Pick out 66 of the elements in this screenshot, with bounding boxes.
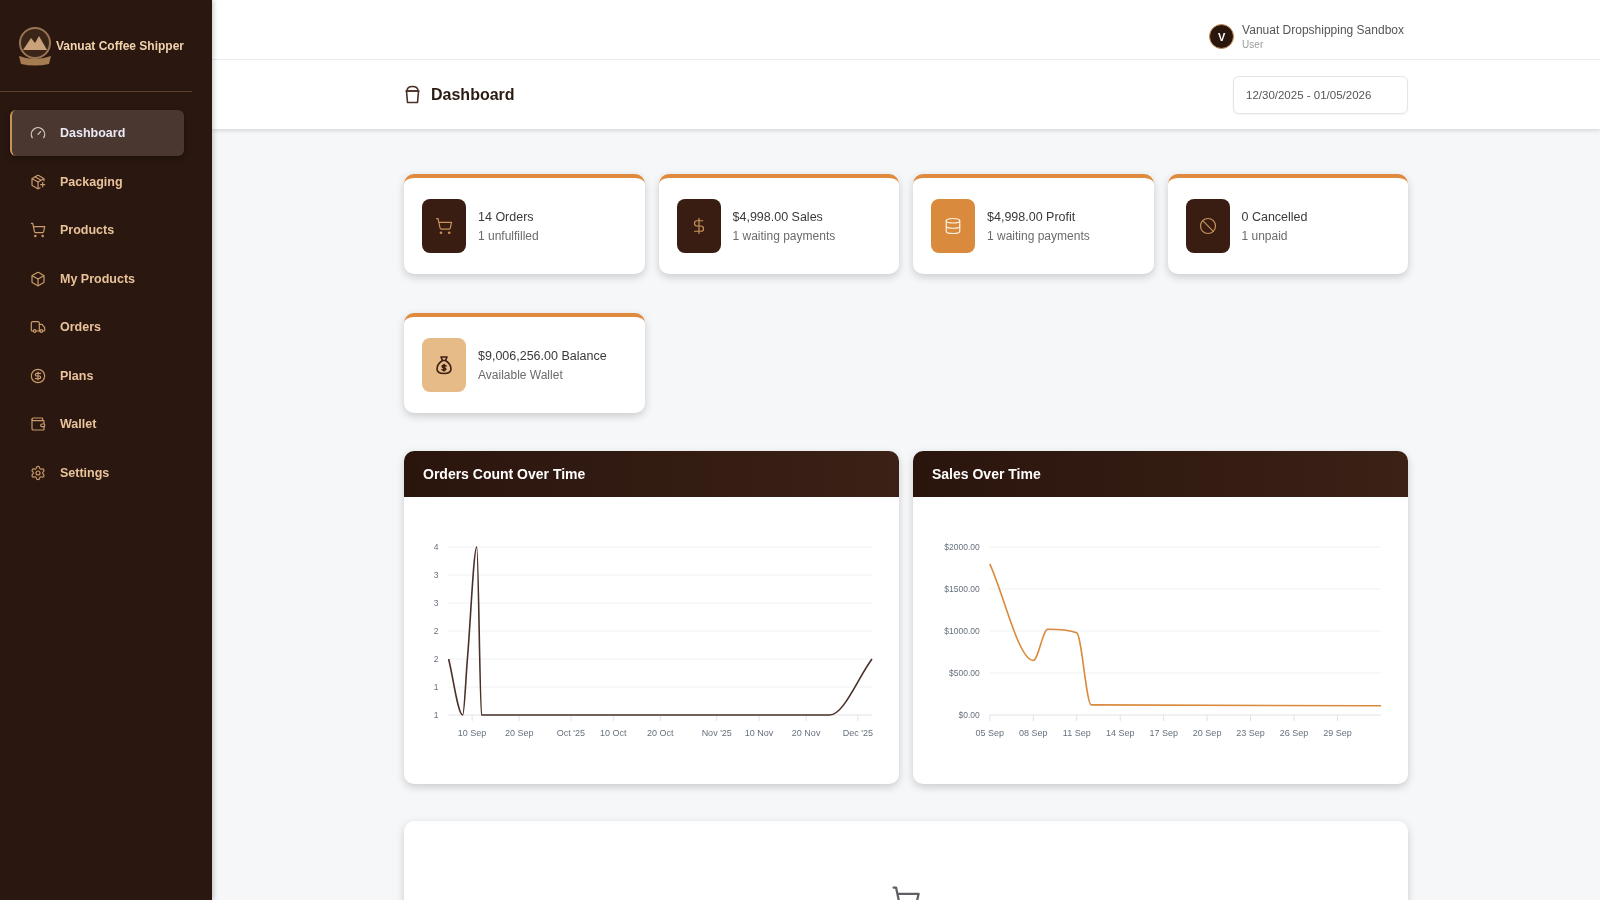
brand-logo <box>17 25 53 66</box>
date-range-field[interactable]: 12/30/2025 - 01/05/2026 <box>1233 75 1408 114</box>
sidebar-item[interactable]: Settings <box>10 449 184 496</box>
user-role: User <box>1242 39 1265 50</box>
axis-tick-label: $0.00 <box>958 710 980 720</box>
sidebar-item[interactable]: Packaging <box>10 158 184 205</box>
truck-icon <box>30 319 46 335</box>
axis-tick-label: Oct '25 <box>556 728 586 738</box>
stat-subtitle: 1 unpaid <box>1241 228 1289 243</box>
stat-subtitle: 1 waiting payments <box>987 228 1090 243</box>
stat-title: $9,006,256.00 Balance <box>478 348 607 363</box>
axis-tick-label: $1500.00 <box>944 584 980 594</box>
brand-name: Vanuat Coffee Shipper <box>56 38 185 53</box>
sidebar-item[interactable]: Products <box>10 207 184 253</box>
axis-tick-label: 17 Sep <box>1149 728 1178 738</box>
settings-icon <box>30 464 46 481</box>
axis-tick-label: 08 Sep <box>1019 728 1048 738</box>
axis-tick-label: $1000.00 <box>944 626 980 636</box>
page-title: Dashboard <box>431 85 515 104</box>
axis-tick-label: 3 <box>433 570 439 580</box>
axis-tick-label: 20 Oct <box>647 728 674 738</box>
axis-tick-label: 05 Sep <box>975 728 1005 738</box>
chart-title: Sales Over Time <box>913 451 1408 497</box>
axis-tick-label: Dec '25 <box>842 728 873 738</box>
wallet-icon <box>30 416 46 432</box>
user-name: Vanuat Dropshipping Sandbox <box>1242 23 1404 37</box>
sidebar-item[interactable]: Dashboard <box>10 110 184 156</box>
dollar-circle-icon <box>30 367 46 384</box>
axis-tick-label: 10 Oct <box>600 728 627 738</box>
axis-tick-label: 1 <box>433 682 439 692</box>
axis-tick-label: 10 Sep <box>457 728 487 738</box>
axis-tick-label: 20 Sep <box>1192 728 1222 738</box>
sidebar-item[interactable]: My Products <box>10 255 184 302</box>
box-plus-icon <box>30 173 46 190</box>
axis-tick-label: 26 Sep <box>1279 728 1309 738</box>
axis-tick-label: 1 <box>433 710 439 720</box>
axis-tick-label: 20 Sep <box>504 728 534 738</box>
axis-tick-label: Nov '25 <box>701 728 732 738</box>
user-avatar[interactable]: V <box>1209 24 1235 49</box>
axis-tick-label: 4 <box>433 542 439 552</box>
gauge-icon <box>30 125 46 141</box>
stat-title: $4,998.00 Profit <box>987 209 1077 224</box>
cart-icon <box>30 222 46 238</box>
chart-title: Orders Count Over Time <box>404 451 899 497</box>
axis-tick-label: 2 <box>433 654 439 664</box>
stat-subtitle: 1 unfulfilled <box>478 228 539 243</box>
stat-subtitle: 1 waiting payments <box>732 228 836 243</box>
axis-tick-label: 20 Nov <box>791 728 821 738</box>
axis-tick-label: 2 <box>433 626 439 636</box>
axis-tick-label: $2000.00 <box>944 542 980 552</box>
axis-tick-label: 11 Sep <box>1062 728 1091 738</box>
stat-title: $4,998.00 Sales <box>732 209 824 224</box>
axis-tick-label: 14 Sep <box>1105 728 1135 738</box>
sidebar-item[interactable]: Orders <box>10 304 184 350</box>
cup-icon <box>404 85 421 104</box>
sidebar-item[interactable]: Wallet <box>10 401 184 447</box>
stat-subtitle: Available Wallet <box>478 367 564 382</box>
cube-icon <box>30 270 46 287</box>
stat-title: 14 Orders <box>478 209 535 224</box>
axis-tick-label: $500.00 <box>949 668 980 678</box>
sidebar-item[interactable]: Plans <box>10 352 184 399</box>
axis-tick-label: 23 Sep <box>1236 728 1265 738</box>
stat-title: 0 Cancelled <box>1241 209 1308 224</box>
axis-tick-label: 3 <box>433 598 439 608</box>
axis-tick-label: 29 Sep <box>1323 728 1352 738</box>
axis-tick-label: 10 Nov <box>744 728 774 738</box>
